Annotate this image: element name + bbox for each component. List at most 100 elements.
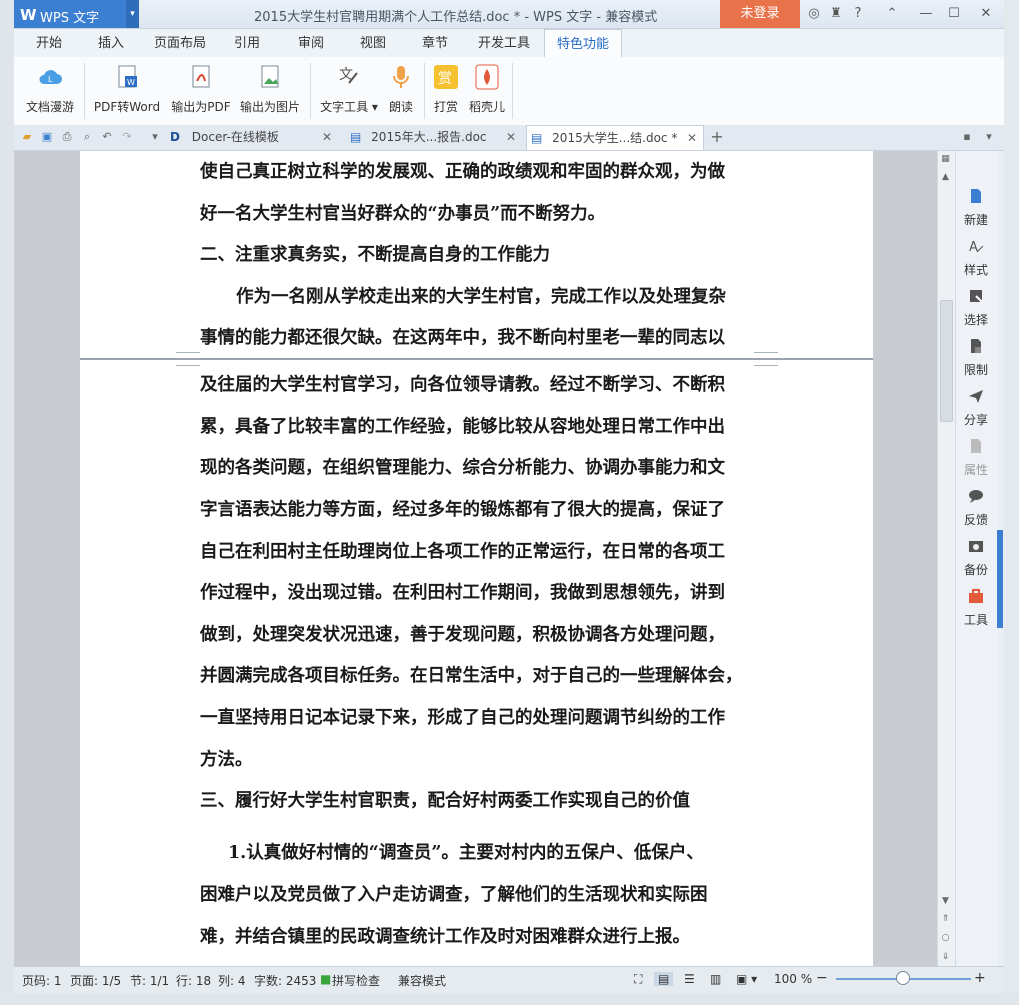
tab-summary-doc-active[interactable]: ▤ 2015大学生...结.doc * ✕ <box>526 125 704 150</box>
ribbon-label: 输出为PDF <box>171 100 231 114</box>
tab-report-doc[interactable]: ▤ 2015年大...报告.doc ✕ <box>346 125 522 149</box>
previous-page-icon[interactable]: ⇑ <box>940 914 951 924</box>
reading-view-icon[interactable]: ▣ ▾ <box>736 972 757 986</box>
svg-text:W: W <box>127 78 135 87</box>
panel-new-button[interactable]: 新建 <box>955 188 997 228</box>
export-image-button[interactable]: 输出为图片 <box>238 61 302 115</box>
zoom-out-icon[interactable]: − <box>816 970 828 986</box>
bottom-window-edge <box>0 992 1019 1005</box>
panel-feedback-button[interactable]: 反馈 <box>955 488 997 528</box>
scroll-thumb[interactable] <box>940 300 953 422</box>
word-doc-icon: ▤ <box>531 131 543 145</box>
text-tools-dropdown[interactable]: 文 文字工具 ▾ <box>318 61 380 115</box>
help-icon[interactable]: ? <box>850 6 866 22</box>
zoom-slider-knob[interactable] <box>896 971 910 985</box>
ruler-toggle-icon[interactable]: ▦ <box>940 154 951 164</box>
panel-label: 备份 <box>963 563 988 577</box>
panel-collapse-handle[interactable] <box>997 530 1003 628</box>
close-tab-icon[interactable]: ✕ <box>687 126 697 150</box>
menu-page-layout[interactable]: 页面布局 <box>142 29 218 57</box>
skin-icon[interactable]: ◎ <box>806 6 822 22</box>
panel-label: 属性 <box>963 463 988 477</box>
scroll-up-icon[interactable]: ▲ <box>940 172 951 182</box>
print-icon[interactable]: ⎙ <box>60 130 74 144</box>
menu-references[interactable]: 引用 <box>222 29 272 57</box>
redo-icon[interactable]: ↷ <box>120 130 134 144</box>
reward-button[interactable]: 赏 打赏 <box>430 61 462 115</box>
select-icon <box>970 290 983 303</box>
vertical-scrollbar[interactable] <box>937 151 955 966</box>
zoom-in-icon[interactable]: + <box>974 970 986 986</box>
tab-docer-templates[interactable]: D Docer-在线模板 ✕ <box>166 125 338 149</box>
open-folder-icon[interactable]: ▰ <box>20 130 34 144</box>
close-tab-icon[interactable]: ✕ <box>322 125 332 149</box>
panel-label: 反馈 <box>963 513 988 527</box>
status-row: 行: 18 <box>176 974 212 988</box>
menu-view[interactable]: 视图 <box>348 29 398 57</box>
panel-share-button[interactable]: 分享 <box>955 388 997 428</box>
tab-label: 2015年大...报告.doc <box>371 130 487 144</box>
text-tools-icon: 文 <box>339 67 358 84</box>
browse-object-icon[interactable]: ○ <box>940 933 951 943</box>
panel-restrict-button[interactable]: 限制 <box>955 338 997 378</box>
panel-style-button[interactable]: A 样式 <box>955 238 997 278</box>
read-aloud-icon <box>393 66 409 88</box>
body-text-line: 及往届的大学生村官学习，向各位领导请教。经过不断学习、不断积 <box>200 375 725 395</box>
body-text-line: 累，具备了比较丰富的工作经验，能够比较从容地处理日常工作中出 <box>200 417 725 437</box>
panel-select-button[interactable]: 选择 <box>955 288 997 328</box>
tab-options-icon[interactable]: ▾ <box>982 130 996 144</box>
new-tab-icon[interactable]: + <box>710 129 724 145</box>
panel-backup-button[interactable]: 备份 <box>955 538 997 578</box>
page-view-icon[interactable]: ▤ <box>654 972 674 986</box>
next-page-icon[interactable]: ⇓ <box>940 952 951 962</box>
status-pages[interactable]: 页面: 1/5 <box>70 972 121 989</box>
print-preview-icon[interactable]: ⌕ <box>80 130 94 144</box>
backup-icon <box>969 541 983 552</box>
login-button[interactable]: 未登录 <box>720 0 800 28</box>
feedback-icon <box>969 490 983 503</box>
body-text-line: 并圆满完成各项目标任务。在日常生活中，对于自己的一些理解体会， <box>200 666 743 686</box>
menu-developer[interactable]: 开发工具 <box>466 29 542 57</box>
fullscreen-icon[interactable]: ⛶ <box>634 972 642 987</box>
export-image-icon <box>261 65 279 88</box>
save-icon[interactable]: ▣ <box>40 130 54 144</box>
undo-icon[interactable]: ↶ <box>100 130 114 144</box>
menu-special-features[interactable]: 特色功能 <box>544 29 623 58</box>
app-name: WPS 文字 <box>40 11 100 26</box>
right-window-edge <box>1004 0 1019 1005</box>
outline-view-icon[interactable]: ☰ <box>684 972 695 986</box>
collapse-ribbon-icon[interactable]: ⌃ <box>884 6 900 22</box>
panel-properties-button[interactable]: 属性 <box>955 438 997 478</box>
body-text-line: 好一名大学生村官当好群众的“办事员”而不断努力。 <box>200 204 606 224</box>
docer-button[interactable]: 稻壳儿 <box>466 61 508 115</box>
status-word-count[interactable]: 字数: 2453 <box>254 972 316 989</box>
panel-tools-button[interactable]: 工具 <box>955 588 997 628</box>
read-aloud-button[interactable]: 朗读 <box>384 61 418 115</box>
status-spell-check[interactable]: 拼写检查 <box>332 972 380 989</box>
shirt-icon[interactable]: ♜ <box>828 6 844 22</box>
doc-roam-button[interactable]: L 文档漫游 <box>24 61 76 115</box>
minimize-icon[interactable]: — <box>918 6 934 22</box>
close-icon[interactable]: ✕ <box>978 6 994 22</box>
panel-label: 新建 <box>963 213 988 227</box>
pdf-to-word-button[interactable]: W PDF转Word <box>92 61 162 115</box>
close-tab-icon[interactable]: ✕ <box>506 125 516 149</box>
menu-chapter[interactable]: 章节 <box>410 29 460 57</box>
style-icon: A <box>969 240 984 255</box>
web-view-icon[interactable]: ▥ <box>710 972 721 986</box>
quick-access-dropdown-icon[interactable]: ▾ <box>148 130 162 144</box>
menu-insert[interactable]: 插入 <box>86 29 136 57</box>
menu-review[interactable]: 审阅 <box>286 29 336 57</box>
scroll-down-icon[interactable]: ▼ <box>940 896 951 906</box>
app-menu-dropdown-icon[interactable]: ▾ <box>126 0 139 28</box>
panel-label: 选择 <box>963 313 988 327</box>
wps-logo-button[interactable]: W WPS 文字 <box>14 0 126 28</box>
body-text-line: 1.认真做好村情的“调查员”。主要对村内的五保户、低保户、 <box>228 843 704 863</box>
properties-icon <box>971 439 981 453</box>
zoom-level[interactable]: 100 % <box>774 972 812 986</box>
menu-home[interactable]: 开始 <box>24 29 74 57</box>
document-tab-bar: ▰ ▣ ⎙ ⌕ ↶ ↷ ▾ D Docer-在线模板 ✕ ▤ 2015年大...… <box>14 125 1004 151</box>
export-pdf-button[interactable]: 输出为PDF <box>170 61 232 115</box>
maximize-icon[interactable]: ☐ <box>946 6 962 22</box>
tab-list-icon[interactable]: ▪ <box>960 130 974 144</box>
